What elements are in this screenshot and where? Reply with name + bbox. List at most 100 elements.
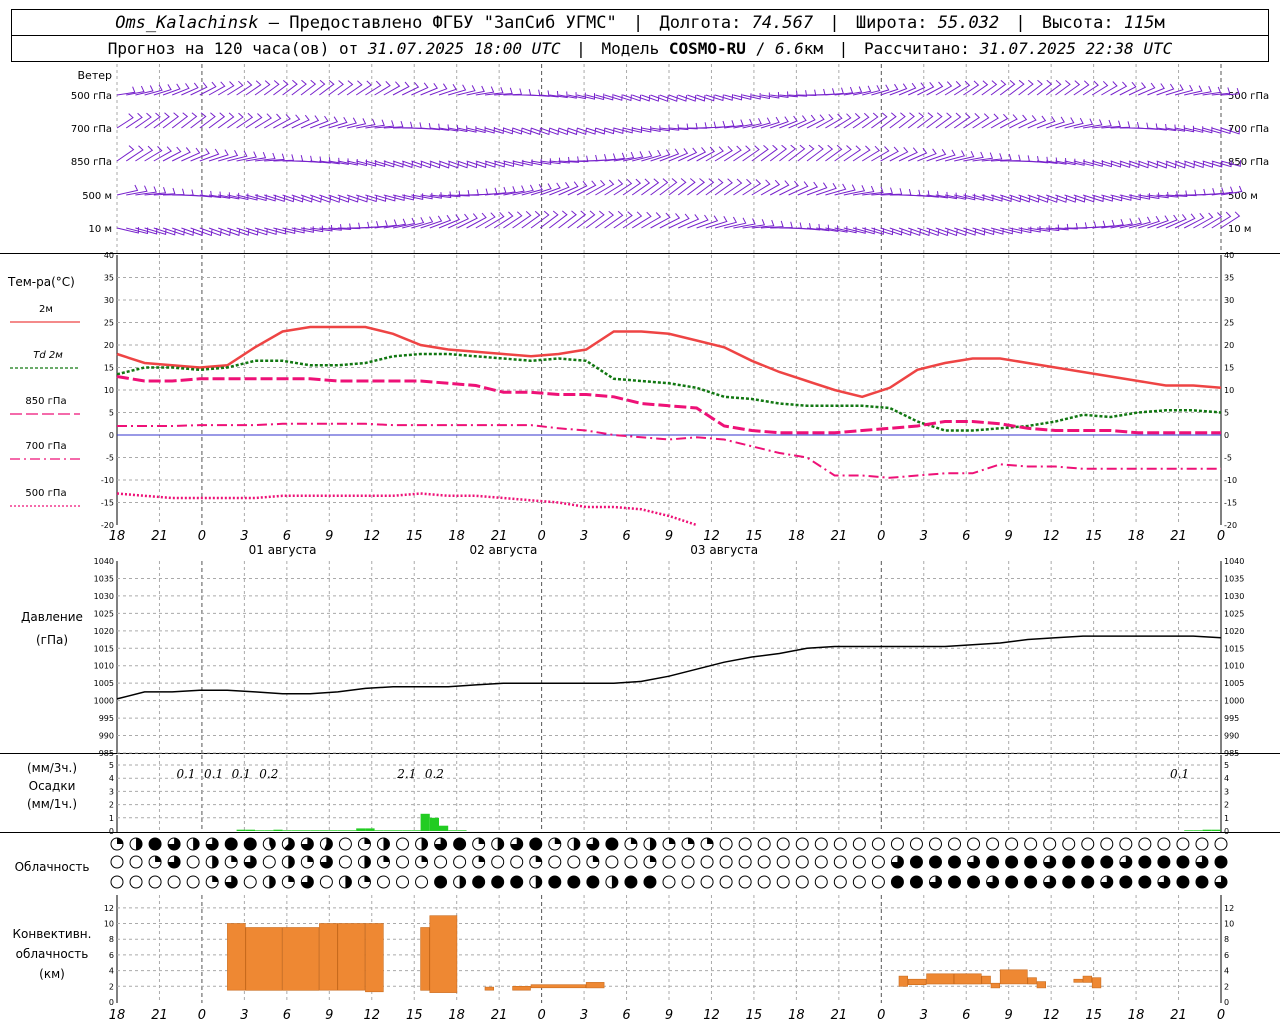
hour-tick-label: 15 bbox=[746, 529, 763, 544]
pressure-title: Давление bbox=[21, 610, 83, 624]
cloud-symbol bbox=[281, 837, 295, 851]
cloud-symbol bbox=[262, 837, 276, 851]
hour-tick-label: 12 bbox=[703, 1008, 720, 1023]
wind-barb bbox=[1165, 214, 1187, 229]
cloud-symbol bbox=[434, 875, 448, 889]
hour-tick-label: 18 bbox=[788, 1008, 805, 1023]
hour-tick-label: 6 bbox=[622, 529, 630, 544]
conv-tick-left: 8 bbox=[109, 935, 114, 944]
wind-barb bbox=[466, 212, 487, 229]
cloud-symbol bbox=[529, 875, 543, 889]
hour-tick-label: 6 bbox=[622, 1008, 630, 1023]
cloud-symbol bbox=[757, 837, 771, 851]
cloud-symbol bbox=[357, 855, 371, 869]
hour-tick-label: 21 bbox=[1170, 1008, 1187, 1023]
hour-tick-label: 6 bbox=[962, 529, 970, 544]
conv-cloud-bar bbox=[1082, 975, 1092, 983]
pressure-tick-right: 1025 bbox=[1224, 609, 1244, 618]
wind-barb bbox=[797, 181, 818, 196]
cloud-symbol bbox=[986, 837, 1000, 851]
wind-barb bbox=[530, 183, 552, 196]
conv-cloud-bar bbox=[990, 982, 1000, 989]
conv-tick-right: 0 bbox=[1224, 998, 1229, 1007]
pressure-tick-left: 1040 bbox=[94, 557, 114, 566]
pressure-tick-left: 1010 bbox=[94, 662, 114, 671]
cloud-symbol bbox=[814, 855, 828, 869]
cloud-symbol bbox=[871, 837, 885, 851]
wind-barb bbox=[834, 145, 852, 162]
pressure-tick-right: 985 bbox=[1224, 749, 1239, 758]
cloud-symbol bbox=[224, 875, 238, 889]
hour-tick-label: 0 bbox=[877, 529, 885, 544]
cloud-symbol bbox=[643, 855, 657, 869]
conv-tick-left: 6 bbox=[109, 951, 114, 960]
cloud-symbol bbox=[167, 855, 181, 869]
temp-tick-right: 30 bbox=[1224, 296, 1234, 305]
pressure-tick-left: 1000 bbox=[94, 697, 114, 706]
cloud-symbol bbox=[1119, 875, 1133, 889]
cloud-symbol bbox=[167, 837, 181, 851]
wind-level-label: 500 гПа bbox=[71, 91, 112, 102]
cloud-symbol bbox=[243, 875, 257, 889]
cloud-symbol bbox=[700, 855, 714, 869]
cloud-symbol bbox=[909, 855, 923, 869]
wind-barb bbox=[1202, 86, 1222, 96]
temp-tick-left: 0 bbox=[109, 431, 114, 440]
cloud-symbol bbox=[1119, 855, 1133, 869]
cloud-symbol bbox=[319, 837, 333, 851]
hour-tick-label: 12 bbox=[363, 1008, 380, 1023]
precip-amount-label: 0.1 bbox=[204, 767, 223, 781]
cloud-symbol bbox=[643, 837, 657, 851]
wind-barb bbox=[705, 178, 724, 196]
wind-barb bbox=[788, 181, 809, 196]
conv-tick-right: 10 bbox=[1224, 920, 1234, 929]
temp-tick-left: -20 bbox=[101, 521, 114, 530]
hour-tick-label: 18 bbox=[448, 1008, 465, 1023]
hour-tick-label: 0 bbox=[537, 529, 545, 544]
temp-tick-left: 10 bbox=[104, 386, 114, 395]
precip-bar bbox=[356, 828, 366, 831]
pressure-tick-left: 1030 bbox=[94, 592, 114, 601]
cloud-symbol bbox=[529, 837, 543, 851]
cloud-symbol bbox=[129, 875, 143, 889]
wind-barb bbox=[181, 147, 201, 162]
cloud-symbol bbox=[300, 837, 314, 851]
cloud-symbol bbox=[986, 855, 1000, 869]
conv-tick-left: 12 bbox=[104, 904, 114, 913]
wind-barb bbox=[116, 145, 135, 162]
cloud-symbol bbox=[472, 875, 486, 889]
cloud-symbol bbox=[548, 855, 562, 869]
cloud-symbol bbox=[814, 837, 828, 851]
cloud-symbol bbox=[1005, 837, 1019, 851]
wind-barb bbox=[806, 182, 828, 196]
temp-tick-right: 15 bbox=[1224, 364, 1234, 373]
wind-barb bbox=[484, 87, 504, 96]
hour-tick-label: 18 bbox=[109, 1008, 126, 1023]
cloud-symbol bbox=[396, 837, 410, 851]
cloud-symbol bbox=[415, 837, 429, 851]
hour-tick-label: 18 bbox=[109, 529, 126, 544]
wind-barb bbox=[447, 213, 469, 229]
temp-tick-right: 40 bbox=[1224, 251, 1234, 260]
pressure-tick-left: 995 bbox=[99, 714, 114, 723]
cloud-symbol bbox=[110, 875, 124, 889]
wind-barb bbox=[1128, 216, 1151, 229]
cloud-symbol bbox=[1195, 855, 1209, 869]
conv-tick-right: 8 bbox=[1224, 935, 1229, 944]
wind-barb bbox=[806, 144, 824, 162]
precip-tick-right: 5 bbox=[1224, 761, 1229, 770]
conv-title-2: облачность bbox=[16, 947, 89, 961]
cloud-symbol bbox=[719, 837, 733, 851]
conv-tick-left: 4 bbox=[109, 967, 114, 976]
cloud-symbol bbox=[871, 855, 885, 869]
cloud-symbol bbox=[243, 855, 257, 869]
precip-tick-left: 5 bbox=[109, 761, 114, 770]
conv-cloud-bar bbox=[981, 975, 991, 985]
precip-bar bbox=[1193, 830, 1203, 831]
cloud-symbol bbox=[700, 875, 714, 889]
temp-tick-right: 5 bbox=[1224, 409, 1229, 418]
cloud-symbol bbox=[1081, 837, 1095, 851]
cloud-symbol bbox=[624, 875, 638, 889]
cloud-symbol bbox=[757, 855, 771, 869]
wind-barb bbox=[356, 194, 378, 203]
